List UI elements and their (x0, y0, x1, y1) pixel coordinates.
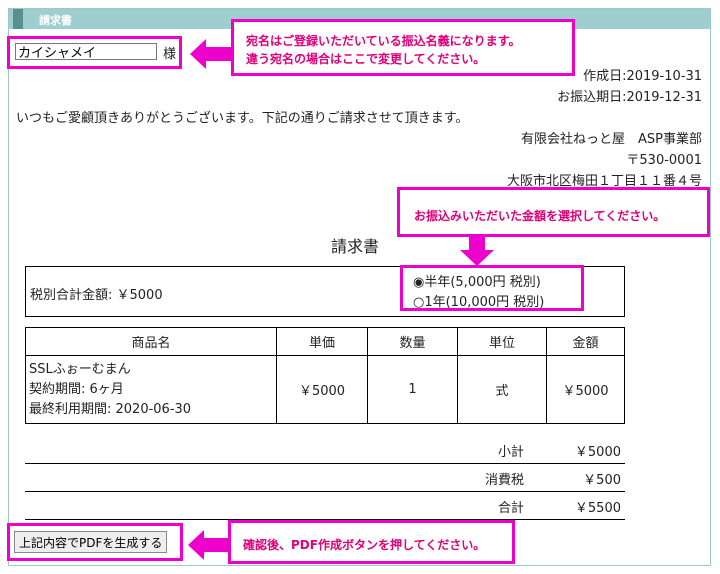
name-annotation-box: 宛名はご登録いただいている振込名義になります。 違う宛名の場合はここで変更してく… (231, 19, 575, 76)
summary-divider (25, 463, 625, 464)
total-amount-label: 税別合計金額: ￥5000 (30, 288, 163, 303)
pdf-annotation-box: 確認後、PDF作成ボタンを押してください。 (228, 520, 515, 564)
unit-cell: 式 (457, 355, 547, 424)
option-half-year[interactable]: ◉半年(5,000円 税別) (413, 271, 541, 290)
created-date: 作成日:2019-10-31 (583, 69, 702, 84)
total-label: 合計 (497, 501, 524, 516)
col-unit-price: 単価 (276, 327, 368, 356)
radio-selected-icon[interactable]: ◉ (413, 275, 424, 290)
invoice-title: 請求書 (331, 237, 380, 256)
panel-title: 請求書 (39, 14, 72, 27)
name-note-line2: 違う宛名の場合はここで変更してください。 (246, 52, 486, 66)
arrow-left-icon (190, 39, 232, 69)
transfer-due-date: お振込期日:2019-12-31 (557, 90, 702, 105)
subtotal-label: 小計 (497, 445, 524, 460)
recipient-name-input[interactable] (15, 43, 157, 60)
total-value: ￥5500 (574, 501, 621, 516)
product-cell: SSLふぉーむまん 契約期間: 6ヶ月 最終利用期間: 2020-06-30 (25, 355, 277, 424)
option-one-year-label: 1年(10,000円 税別) (424, 295, 545, 310)
col-unit: 単位 (457, 327, 547, 356)
arrow-down-icon (460, 236, 494, 266)
col-amount: 金額 (546, 327, 625, 356)
name-note-line1: 宛名はご登録いただいている振込名義になります。 (246, 34, 521, 48)
arrow-left-icon (188, 530, 230, 560)
greeting-text: いつもご愛顧頂きありがとうございます。下記の通りご請求させて頂きます。 (16, 111, 469, 126)
pdf-note: 確認後、PDF作成ボタンを押してください。 (243, 538, 486, 552)
amount-cell: ￥5000 (546, 355, 625, 424)
items-table: 商品名 単価 数量 単位 金額 SSLふぉーむまん 契約期間: 6ヶ月 最終利用… (25, 327, 625, 424)
option-one-year[interactable]: ○1年(10,000円 税別) (413, 291, 544, 310)
contract-period: 契約期間: 6ヶ月 (29, 381, 124, 397)
issuer-company: 有限会社ねっと屋 ASP事業部 (521, 132, 702, 147)
unit-price-cell: ￥5000 (276, 355, 368, 424)
table-header-row: 商品名 単価 数量 単位 金額 (25, 327, 625, 356)
tax-label: 消費税 (484, 473, 524, 488)
subtotal-value: ￥5000 (574, 445, 621, 460)
amount-note: お振込みいただいた金額を選択してください。 (414, 209, 666, 223)
last-use-date: 最終利用期間: 2020-06-30 (29, 401, 192, 417)
option-half-year-label: 半年(5,000円 税別) (424, 275, 541, 290)
col-product-name: 商品名 (25, 327, 277, 356)
tax-value: ￥500 (583, 473, 621, 488)
generate-pdf-button[interactable]: 上記内容でPDFを生成する (14, 531, 168, 553)
header-accent-bar (13, 9, 23, 29)
amount-annotation-box: お振込みいただいた金額を選択してください。 (397, 187, 710, 237)
col-quantity: 数量 (367, 327, 458, 356)
table-row: SSLふぉーむまん 契約期間: 6ヶ月 最終利用期間: 2020-06-30 ￥… (25, 355, 625, 424)
issuer-postal: 〒530-0001 (626, 153, 702, 168)
radio-unselected-icon[interactable]: ○ (413, 295, 424, 310)
honorific-label: 様 (163, 47, 177, 62)
summary-divider (25, 491, 625, 492)
product-name: SSLふぉーむまん (29, 361, 131, 377)
quantity-cell: 1 (367, 355, 458, 424)
